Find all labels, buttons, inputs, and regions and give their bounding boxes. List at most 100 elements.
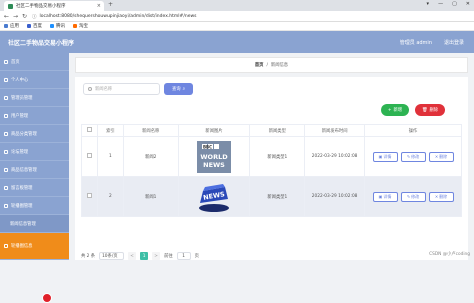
message-icon — [4, 185, 8, 190]
header-select — [81, 124, 98, 137]
next-page-button[interactable]: > — [152, 252, 161, 260]
logout-link[interactable]: 退出登录 — [444, 39, 464, 46]
browser-tab-title: 社区二手物品交易小程序 — [16, 4, 66, 9]
row-checkbox[interactable] — [86, 193, 92, 198]
search-button-icon: ⌕ — [182, 86, 185, 92]
breadcrumb-current: 新闻信息 — [270, 63, 289, 68]
bookmark-tencent[interactable]: 腾讯 — [50, 23, 65, 29]
sidebar-subitem-news[interactable]: 新闻信息管理 — [0, 215, 69, 233]
app-title: 社区二手物品交易小程序 — [8, 40, 75, 47]
watermark: CSDN @小卢coding — [429, 252, 470, 257]
window-controls: ▾ — ▢ ✕ — [427, 1, 470, 7]
plus-icon: + — [387, 107, 392, 113]
table-row: 2 新闻1 NEWS 新闻类型1 2022-03-29 10:02:08 ▣ 详情 — [81, 176, 462, 217]
carousel-icon — [4, 203, 8, 208]
table-row: 1 新闻2 BBC WORLD NEWS 新闻类型1 2022-03-29 10… — [81, 136, 462, 177]
header-name: 新闻名称 — [122, 124, 179, 137]
bookmark-taobao[interactable]: 淘宝 — [73, 23, 88, 29]
sidebar-item-carousel-info[interactable]: 轮播图信息 — [0, 233, 69, 260]
search-placeholder: 新闻名称 — [95, 87, 113, 92]
cell-index: 2 — [96, 176, 124, 217]
header-image: 新闻图片 — [177, 124, 251, 137]
sidebar-item-home[interactable]: 首页 — [0, 53, 69, 71]
sidebar: 首页 个人中心 管理员管理 用户管理 商品分类管理 论坛管理 商品信息管理 留言… — [0, 53, 69, 303]
delete-row-button[interactable]: ✕ 删除 — [428, 151, 454, 162]
browser-tab[interactable]: 社区二手物品交易小程序 × — [4, 1, 104, 11]
baidu-icon — [27, 24, 31, 28]
cell-time: 2022-03-29 10:02:08 — [304, 176, 366, 217]
sidebar-item-products[interactable]: 商品信息管理 — [0, 161, 69, 179]
forward-icon[interactable]: → — [13, 13, 18, 20]
sidebar-item-profile[interactable]: 个人中心 — [0, 71, 69, 89]
row-checkbox[interactable] — [86, 153, 92, 158]
search-button[interactable]: 查询 ⌕ — [164, 83, 193, 95]
cell-time: 2022-03-29 10:02:08 — [304, 136, 366, 177]
url-field[interactable]: ⓘ localhost:8080/shequershouwupinjiaoyi/… — [32, 13, 452, 20]
breadcrumb-separator: / — [266, 62, 268, 68]
close-window-icon[interactable]: ✕ — [466, 1, 470, 7]
bookmark-baidu[interactable]: 百度 — [27, 23, 42, 29]
edit-button[interactable]: ✎ 修改 — [400, 191, 426, 202]
goto-page-input[interactable]: 1 — [176, 252, 191, 260]
product-icon — [4, 167, 8, 172]
select-all-checkbox[interactable] — [86, 127, 92, 132]
row-select — [81, 136, 98, 177]
sidebar-item-users[interactable]: 用户管理 — [0, 107, 69, 125]
back-icon[interactable]: ← — [4, 13, 9, 20]
bookmark-apps[interactable]: 应用 — [4, 23, 19, 29]
prev-page-button[interactable]: < — [128, 252, 137, 260]
sidebar-item-forum[interactable]: 论坛管理 — [0, 143, 69, 161]
close-tab-icon[interactable]: × — [97, 3, 101, 9]
page-unit: 页 — [194, 254, 199, 259]
news-table: 索引 新闻名称 新闻图片 新闻类型 新闻发布时间 操作 1 新闻2 BBC WO… — [81, 124, 462, 217]
sidebar-item-messages[interactable]: 留言板管理 — [0, 179, 69, 197]
cell-image: NEWS — [177, 176, 251, 217]
tencent-icon — [50, 24, 54, 28]
header-index: 索引 — [96, 124, 124, 137]
delete-button[interactable]: 🗑 删除 — [415, 104, 445, 116]
info-icon[interactable]: ⓘ — [32, 14, 37, 20]
taobao-icon — [73, 24, 77, 28]
maximize-icon[interactable]: ▢ — [452, 1, 457, 7]
app-header: 社区二手物品交易小程序 管理员 admin 退出登录 — [0, 31, 474, 53]
new-tab-button[interactable]: + — [108, 1, 113, 8]
edit-button[interactable]: ✎ 修改 — [400, 151, 426, 162]
cell-type: 新闻类型1 — [249, 136, 306, 177]
search-input[interactable]: 新闻名称 — [83, 83, 160, 95]
row-select — [81, 176, 98, 217]
sidebar-item-admins[interactable]: 管理员管理 — [0, 89, 69, 107]
sidebar-item-carousel[interactable]: 轮播图管理 — [0, 197, 69, 215]
browser-tab-bar: 社区二手物品交易小程序 × + ▾ — ▢ ✕ — [0, 0, 474, 11]
news-button-image: NEWS — [199, 183, 230, 212]
page-number-current[interactable]: 1 — [140, 252, 149, 260]
reload-icon[interactable]: ↻ — [22, 13, 27, 20]
apps-icon — [4, 24, 8, 28]
page-size-select[interactable]: 10条/页 — [99, 252, 125, 260]
user-info: 管理员 admin — [399, 40, 432, 46]
favicon-icon — [8, 3, 13, 9]
minimize-icon[interactable]: — — [438, 1, 443, 7]
address-bar: ← → ↻ ⓘ localhost:8080/shequershouwupinj… — [0, 11, 474, 22]
breadcrumb-home[interactable]: 首页 — [255, 62, 264, 68]
users-icon — [4, 113, 8, 118]
delete-row-button[interactable]: ✕ 删除 — [428, 191, 454, 202]
goto-label: 前往 — [164, 254, 173, 259]
detail-button[interactable]: ▣ 详情 — [372, 151, 398, 162]
user-icon — [4, 77, 8, 82]
detail-button[interactable]: ▣ 详情 — [372, 191, 398, 202]
svg-text:BBC: BBC — [203, 144, 212, 149]
url-text: localhost:8080/shequershouwupinjiaoyi/ad… — [39, 14, 197, 19]
table-header-row: 索引 新闻名称 新闻图片 新闻类型 新闻发布时间 操作 — [81, 124, 462, 137]
delete-icon: ✕ — [434, 194, 439, 199]
cell-image: BBC WORLD NEWS — [177, 136, 251, 177]
pagination: 共 2 条 10条/页 < 1 > 前往 1 页 — [81, 252, 199, 260]
bbc-world-news-image: BBC WORLD NEWS — [197, 140, 232, 173]
tab-search-icon[interactable]: ▾ — [427, 1, 430, 7]
detail-icon: ▣ — [378, 194, 383, 199]
main-content: 首页 / 新闻信息 新闻名称 查询 ⌕ + 新增 🗑 删除 索引 新闻名称 新闻… — [69, 53, 474, 260]
sidebar-item-categories[interactable]: 商品分类管理 — [0, 125, 69, 143]
cell-actions: ▣ 详情 ✎ 修改 ✕ 删除 — [364, 176, 462, 217]
header-actions: 操作 — [364, 124, 462, 137]
add-button[interactable]: + 新增 — [381, 104, 409, 116]
header-type: 新闻类型 — [249, 124, 306, 137]
